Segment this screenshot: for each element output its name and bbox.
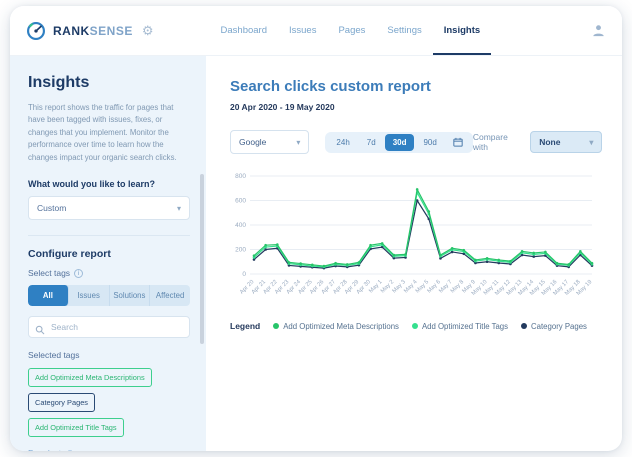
info-icon[interactable]: i [74, 268, 84, 278]
learn-question-label: What would you like to learn? [28, 179, 156, 190]
legend-item-category-pages: Category Pages [521, 322, 587, 331]
range-button-7d[interactable]: 7d [359, 134, 384, 151]
nav-item-insights[interactable]: Insights [432, 6, 492, 55]
report-controls: Google ▾ 24h 7d 30d 90d Compare with Non… [230, 130, 603, 154]
nav-item-issues[interactable]: Issues [278, 6, 327, 55]
legend-item-label: Add Optimized Title Tags [421, 321, 509, 331]
compare-select-value: None [539, 137, 561, 147]
tag-search [28, 316, 190, 340]
main-panel: Search clicks custom report 20 Apr 2020 … [206, 56, 622, 451]
legend-item-title-tags: Add Optimized Title Tags [411, 321, 509, 331]
search-input[interactable] [28, 316, 190, 339]
nav-item-pages[interactable]: Pages [327, 6, 376, 55]
svg-text:400: 400 [235, 222, 246, 229]
svg-text:800: 800 [235, 173, 246, 180]
tag-tab-affected[interactable]: Affected [150, 285, 190, 306]
tag-chip-category-pages[interactable]: Category Pages [28, 393, 95, 413]
svg-text:600: 600 [235, 198, 246, 205]
calendar-icon [453, 137, 463, 147]
brand-name: RANKSENSE [53, 24, 133, 38]
sidebar-divider [28, 235, 190, 237]
legend-dot-teal-icon [411, 323, 418, 329]
date-range-label: 20 Apr 2020 - 19 May 2020 [230, 102, 335, 112]
sidebar-description: This report shows the traffic for pages … [28, 103, 177, 162]
settings-gear-icon[interactable]: ⚙ [142, 23, 154, 39]
brand-logo[interactable]: RANKSENSE [26, 6, 133, 55]
legend-item-label: Category Pages [531, 321, 587, 331]
range-button-90d[interactable]: 90d [415, 134, 444, 151]
report-type-value: Custom [37, 203, 67, 214]
calendar-button[interactable] [446, 135, 470, 149]
content-area: Insights This report shows the traffic f… [10, 56, 622, 451]
sidebar-title: Insights [28, 74, 90, 91]
brand-name-secondary: SENSE [89, 23, 133, 38]
sidebar-scrollbar[interactable] [200, 174, 204, 344]
range-button-24h[interactable]: 24h [328, 134, 357, 151]
tag-tab-solutions[interactable]: Solutions [110, 285, 151, 307]
clicks-line-chart[interactable]: 0 200 400 600 800 Apr 20 Apr 21 Apr 22 Apr 23 Apr… [230, 166, 602, 319]
app-window: RANKSENSE ⚙ Dashboard Issues Pages Setti… [10, 6, 622, 451]
compare-select[interactable]: None ▾ [530, 131, 603, 153]
legend-item-label: Add Optimized Meta Descriptions [283, 321, 399, 331]
tag-tab-issues[interactable]: Issues [69, 285, 110, 307]
chevron-down-icon: ▾ [296, 137, 301, 147]
nav-item-settings[interactable]: Settings [376, 6, 432, 55]
source-select-value: Google [239, 137, 267, 147]
chevron-down-icon: ▾ [589, 137, 594, 147]
brand-name-primary: RANK [53, 23, 90, 38]
configure-report-title: Configure report [28, 248, 111, 261]
nav-item-dashboard[interactable]: Dashboard [210, 6, 278, 55]
gauge-logo-icon [27, 21, 45, 40]
select-tags-label: Select tags [28, 268, 71, 279]
main-nav: Dashboard Issues Pages Settings Insights [210, 6, 492, 55]
select-tags-row: Select tags i [28, 268, 190, 278]
range-button-30d[interactable]: 30d [384, 133, 415, 151]
legend-dot-green-icon [273, 323, 280, 329]
svg-text:200: 200 [235, 247, 246, 254]
chart-legend: Legend Add Optimized Meta Descriptions A… [230, 321, 602, 331]
svg-text:0: 0 [242, 271, 246, 278]
source-select[interactable]: Google ▾ [230, 130, 310, 154]
tag-filter-tabs: All Issues Solutions Affected [28, 285, 190, 307]
chevron-down-icon: ▾ [176, 203, 181, 213]
search-icon [35, 322, 45, 340]
legend-label: Legend [230, 321, 261, 331]
tag-chip-meta-descriptions[interactable]: Add Optimized Meta Descriptions [28, 368, 152, 388]
legend-dot-dark-icon [521, 323, 528, 329]
report-type-select[interactable]: Custom ▾ [28, 196, 190, 221]
page-title: Search clicks custom report [230, 78, 431, 95]
deselect-all-link[interactable]: Deselect all [28, 448, 190, 451]
tag-chip-title-tags[interactable]: Add Optimized Title Tags [28, 418, 124, 438]
legend-item-meta-descriptions: Add Optimized Meta Descriptions [273, 322, 399, 331]
compare-with-label: Compare with [472, 132, 508, 152]
sidebar: Insights This report shows the traffic f… [10, 56, 206, 451]
time-range-group: 24h 7d 30d 90d [325, 131, 473, 153]
selected-tags-list: Add Optimized Meta Descriptions Category… [28, 368, 190, 438]
chart-canvas: 0200400600800Apr 20Apr 21Apr 22Apr 23Apr… [235, 173, 593, 297]
selected-tags-label: Selected tags [28, 350, 80, 361]
tag-tab-all[interactable]: All [28, 285, 69, 307]
top-navigation-bar: RANKSENSE ⚙ Dashboard Issues Pages Setti… [10, 6, 622, 56]
user-avatar-icon[interactable] [591, 23, 606, 38]
